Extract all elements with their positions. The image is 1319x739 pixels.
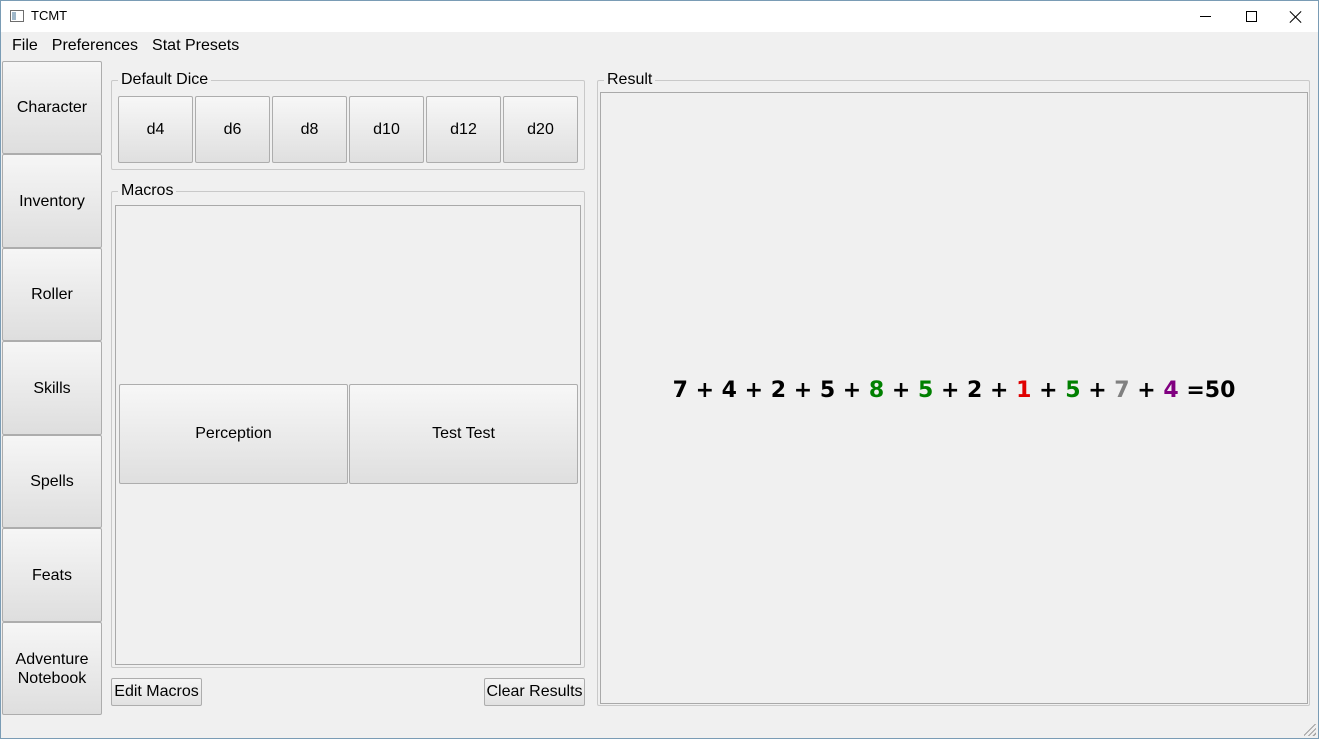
plus-sign: +: [1039, 378, 1066, 403]
macros-title: Macros: [118, 182, 177, 200]
plus-sign: +: [842, 378, 869, 403]
tab-spells[interactable]: Spells: [2, 435, 102, 528]
result-title: Result: [604, 71, 656, 89]
tab-character[interactable]: Character: [2, 61, 102, 154]
menu-stat-presets[interactable]: Stat Presets: [145, 32, 246, 60]
roll-term: 2: [770, 378, 787, 403]
plus-sign: +: [1088, 378, 1115, 403]
app-icon: [10, 10, 24, 22]
minimize-icon: [1199, 16, 1211, 17]
title-bar: TCMT: [1, 1, 1318, 32]
test-test-macro-button[interactable]: Test Test: [349, 384, 578, 484]
plus-sign: +: [990, 378, 1017, 403]
roll-term: 7: [1114, 378, 1130, 403]
default-dice-title: Default Dice: [118, 71, 212, 89]
menu-bar: File Preferences Stat Presets: [1, 32, 1318, 60]
plus-sign: +: [940, 378, 968, 403]
menu-file[interactable]: File: [5, 32, 45, 60]
roll-term: 7: [672, 378, 688, 403]
default-dice-group: Default Dice d4 d6 d8 d10 d12 d20: [111, 71, 585, 170]
roll-term: 5: [819, 378, 836, 403]
resize-grip-icon[interactable]: [1304, 724, 1316, 736]
tab-adventure-notebook[interactable]: Adventure Notebook: [2, 622, 102, 715]
clear-results-button[interactable]: Clear Results: [484, 678, 585, 706]
macros-group: Macros Perception Test Test: [111, 182, 585, 668]
plus-sign: +: [695, 378, 722, 403]
app-window: TCMT File Preferences Stat Presets Chara…: [0, 0, 1319, 739]
window-title: TCMT: [31, 8, 68, 23]
d8-button[interactable]: d8: [272, 96, 347, 163]
result-panel: 7 + 4 + 2 + 5 + 8 + 5 + 2 + 1 + 5 + 7 + …: [600, 92, 1308, 704]
macros-panel: Perception Test Test: [115, 205, 581, 665]
maximize-icon: [1245, 11, 1257, 22]
roll-term: 4: [721, 378, 737, 403]
roll-term: 8: [868, 378, 885, 403]
menu-preferences[interactable]: Preferences: [45, 32, 145, 60]
roll-term: 1: [1016, 378, 1032, 403]
tab-skills[interactable]: Skills: [2, 341, 102, 435]
minimize-button[interactable]: [1182, 1, 1228, 32]
d10-button[interactable]: d10: [349, 96, 424, 163]
roll-term: 2: [967, 378, 983, 403]
roll-term: 5: [1065, 378, 1081, 403]
plus-sign: +: [744, 378, 771, 403]
roll-term: 5: [917, 378, 934, 403]
roll-term: 4: [1163, 378, 1179, 403]
close-icon: [1290, 11, 1302, 23]
result-expression: 7 + 4 + 2 + 5 + 8 + 5 + 2 + 1 + 5 + 7 + …: [601, 378, 1307, 403]
maximize-button[interactable]: [1228, 1, 1274, 32]
plus-sign: +: [1137, 378, 1164, 403]
d12-button[interactable]: d12: [426, 96, 501, 163]
d4-button[interactable]: d4: [118, 96, 193, 163]
d20-button[interactable]: d20: [503, 96, 578, 163]
tab-feats[interactable]: Feats: [2, 528, 102, 622]
result-group: Result 7 + 4 + 2 + 5 + 8 + 5 + 2 + 1 + 5…: [597, 71, 1310, 706]
result-total: =50: [1186, 378, 1236, 403]
close-button[interactable]: [1273, 1, 1319, 32]
edit-macros-button[interactable]: Edit Macros: [111, 678, 202, 706]
plus-sign: +: [891, 378, 918, 403]
perception-macro-button[interactable]: Perception: [119, 384, 348, 484]
tab-inventory[interactable]: Inventory: [2, 154, 102, 248]
d6-button[interactable]: d6: [195, 96, 270, 163]
plus-sign: +: [793, 378, 820, 403]
tab-roller[interactable]: Roller: [2, 248, 102, 341]
